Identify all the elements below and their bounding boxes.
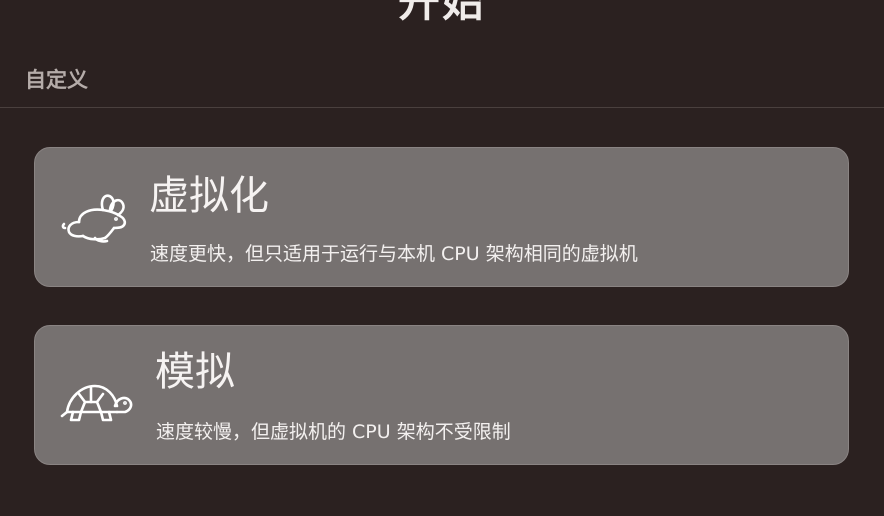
section-header-custom: 自定义 [25,68,88,92]
turtle-icon [59,372,135,432]
emulate-title: 模拟 [155,349,235,395]
virtualize-option-button[interactable]: 虚拟化 速度更快，但只适用于运行与本机 CPU 架构相同的虚拟机 [34,147,849,287]
page-title: 开始 [397,0,486,26]
divider [0,107,884,108]
emulate-option-button[interactable]: 模拟 速度较慢，但虚拟机的 CPU 架构不受限制 [34,325,849,465]
virtualize-title: 虚拟化 [149,173,269,219]
emulate-description: 速度较慢，但虚拟机的 CPU 架构不受限制 [156,421,511,443]
rabbit-icon [59,188,135,248]
virtualize-description: 速度更快，但只适用于运行与本机 CPU 架构相同的虚拟机 [150,243,638,265]
